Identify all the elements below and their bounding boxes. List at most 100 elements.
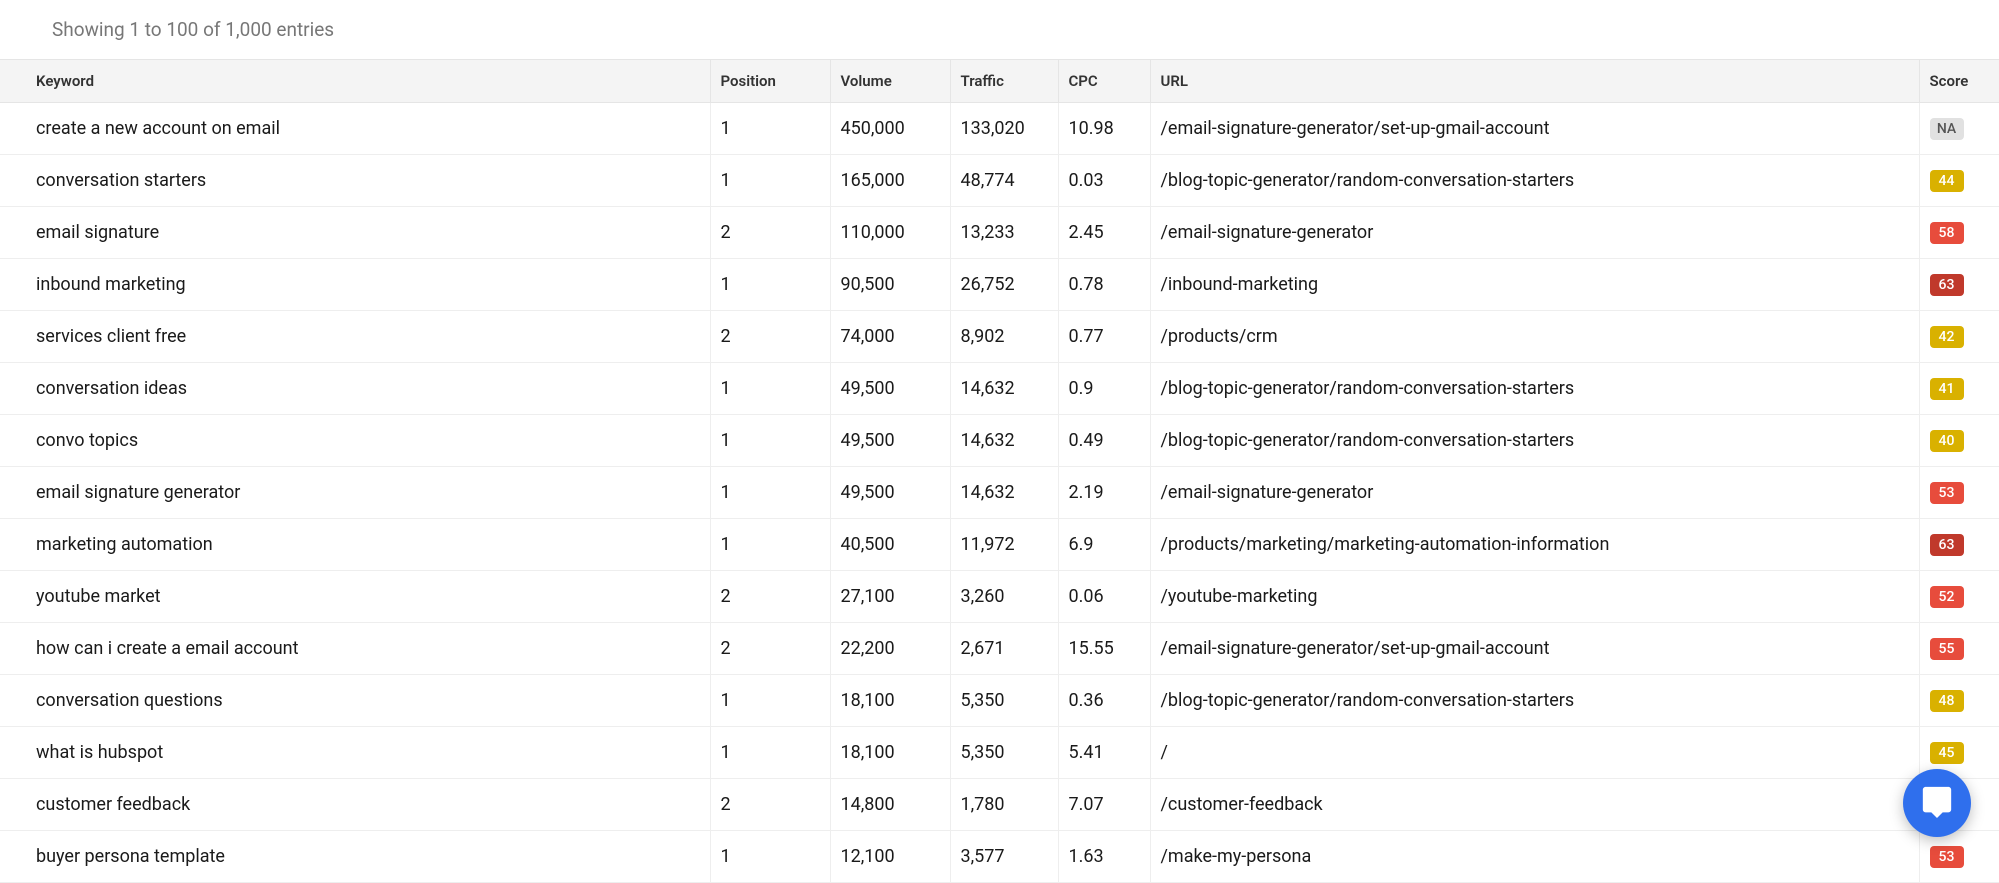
cell-volume: 22,200 (830, 623, 950, 675)
cell-keyword: marketing automation (0, 519, 710, 571)
col-header-cpc[interactable]: CPC (1058, 60, 1150, 103)
cell-keyword: conversation ideas (0, 363, 710, 415)
cell-keyword: email signature (0, 207, 710, 259)
table-row[interactable]: marketing automation140,50011,9726.9/pro… (0, 519, 1999, 571)
cell-url: /email-signature-generator/set-up-gmail-… (1150, 103, 1919, 155)
cell-cpc: 0.78 (1058, 259, 1150, 311)
cell-score: 63 (1919, 259, 1999, 311)
cell-url: /blog-topic-generator/random-conversatio… (1150, 155, 1919, 207)
table-row[interactable]: youtube market227,1003,2600.06/youtube-m… (0, 571, 1999, 623)
cell-keyword: email signature generator (0, 467, 710, 519)
cell-cpc: 2.19 (1058, 467, 1150, 519)
cell-url: /make-my-persona (1150, 831, 1919, 883)
cell-score: 55 (1919, 623, 1999, 675)
table-row[interactable]: services client free274,0008,9020.77/pro… (0, 311, 1999, 363)
chat-icon (1920, 784, 1954, 823)
cell-volume: 18,100 (830, 675, 950, 727)
cell-url: /blog-topic-generator/random-conversatio… (1150, 363, 1919, 415)
cell-keyword: conversation questions (0, 675, 710, 727)
cell-position: 2 (710, 779, 830, 831)
cell-cpc: 0.77 (1058, 311, 1150, 363)
cell-score: 58 (1919, 207, 1999, 259)
cell-keyword: conversation starters (0, 155, 710, 207)
score-badge: 42 (1930, 326, 1964, 348)
table-row[interactable]: convo topics149,50014,6320.49/blog-topic… (0, 415, 1999, 467)
table-row[interactable]: email signature2110,00013,2332.45/email-… (0, 207, 1999, 259)
cell-traffic: 48,774 (950, 155, 1058, 207)
table-row[interactable]: conversation ideas149,50014,6320.9/blog-… (0, 363, 1999, 415)
cell-url: /customer-feedback (1150, 779, 1919, 831)
cell-url: /products/crm (1150, 311, 1919, 363)
col-header-url[interactable]: URL (1150, 60, 1919, 103)
table-row[interactable]: create a new account on email1450,000133… (0, 103, 1999, 155)
cell-traffic: 8,902 (950, 311, 1058, 363)
cell-volume: 27,100 (830, 571, 950, 623)
cell-cpc: 0.03 (1058, 155, 1150, 207)
score-badge: NA (1930, 118, 1964, 140)
cell-score: 41 (1919, 363, 1999, 415)
cell-keyword: inbound marketing (0, 259, 710, 311)
table-row[interactable]: customer feedback214,8001,7807.07/custom… (0, 779, 1999, 831)
table-row[interactable]: buyer persona template112,1003,5771.63/m… (0, 831, 1999, 883)
col-header-keyword[interactable]: Keyword (0, 60, 710, 103)
cell-traffic: 2,671 (950, 623, 1058, 675)
cell-cpc: 15.55 (1058, 623, 1150, 675)
cell-cpc: 5.41 (1058, 727, 1150, 779)
cell-traffic: 133,020 (950, 103, 1058, 155)
cell-volume: 40,500 (830, 519, 950, 571)
cell-traffic: 5,350 (950, 675, 1058, 727)
cell-position: 1 (710, 259, 830, 311)
cell-url: /email-signature-generator/set-up-gmail-… (1150, 623, 1919, 675)
cell-cpc: 1.63 (1058, 831, 1150, 883)
cell-traffic: 14,632 (950, 415, 1058, 467)
cell-url: / (1150, 727, 1919, 779)
col-header-score[interactable]: Score (1919, 60, 1999, 103)
cell-cpc: 10.98 (1058, 103, 1150, 155)
table-row[interactable]: inbound marketing190,50026,7520.78/inbou… (0, 259, 1999, 311)
cell-position: 2 (710, 623, 830, 675)
score-badge: 55 (1930, 638, 1964, 660)
col-header-traffic[interactable]: Traffic (950, 60, 1058, 103)
cell-volume: 450,000 (830, 103, 950, 155)
cell-url: /youtube-marketing (1150, 571, 1919, 623)
score-badge: 41 (1930, 378, 1964, 400)
col-header-volume[interactable]: Volume (830, 60, 950, 103)
cell-score: 44 (1919, 155, 1999, 207)
cell-position: 2 (710, 571, 830, 623)
cell-cpc: 0.49 (1058, 415, 1150, 467)
cell-score: 52 (1919, 571, 1999, 623)
cell-url: /email-signature-generator (1150, 207, 1919, 259)
cell-volume: 90,500 (830, 259, 950, 311)
score-badge: 44 (1930, 170, 1964, 192)
cell-score: 53 (1919, 831, 1999, 883)
cell-url: /products/marketing/marketing-automation… (1150, 519, 1919, 571)
cell-url: /blog-topic-generator/random-conversatio… (1150, 415, 1919, 467)
cell-position: 1 (710, 467, 830, 519)
cell-score: 63 (1919, 519, 1999, 571)
cell-traffic: 14,632 (950, 363, 1058, 415)
col-header-position[interactable]: Position (710, 60, 830, 103)
cell-keyword: youtube market (0, 571, 710, 623)
cell-volume: 49,500 (830, 363, 950, 415)
cell-volume: 74,000 (830, 311, 950, 363)
cell-traffic: 5,350 (950, 727, 1058, 779)
score-badge: 53 (1930, 482, 1964, 504)
cell-position: 1 (710, 519, 830, 571)
cell-volume: 49,500 (830, 467, 950, 519)
chat-widget-button[interactable] (1903, 769, 1971, 837)
cell-score: 48 (1919, 675, 1999, 727)
cell-cpc: 2.45 (1058, 207, 1150, 259)
table-row[interactable]: email signature generator149,50014,6322.… (0, 467, 1999, 519)
table-row[interactable]: what is hubspot118,1005,3505.41/45 (0, 727, 1999, 779)
table-row[interactable]: conversation starters1165,00048,7740.03/… (0, 155, 1999, 207)
table-row[interactable]: conversation questions118,1005,3500.36/b… (0, 675, 1999, 727)
cell-traffic: 14,632 (950, 467, 1058, 519)
cell-volume: 165,000 (830, 155, 950, 207)
cell-score: NA (1919, 103, 1999, 155)
cell-score: 40 (1919, 415, 1999, 467)
score-badge: 48 (1930, 690, 1964, 712)
cell-traffic: 1,780 (950, 779, 1058, 831)
table-row[interactable]: how can i create a email account222,2002… (0, 623, 1999, 675)
cell-url: /inbound-marketing (1150, 259, 1919, 311)
score-badge: 40 (1930, 430, 1964, 452)
